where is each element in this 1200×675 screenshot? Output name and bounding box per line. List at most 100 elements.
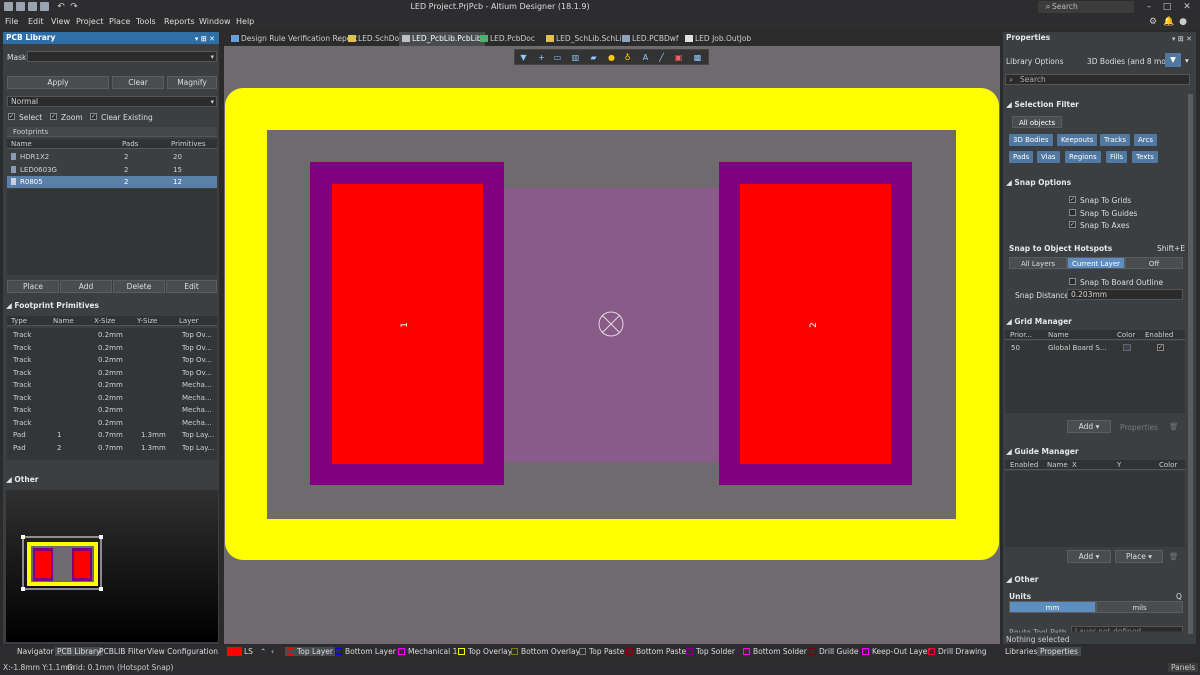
col-x-size[interactable]: X-Size (94, 317, 115, 325)
filter-regions[interactable]: Regions (1065, 151, 1101, 163)
layer-tab-top-layer[interactable]: Top Layer (285, 647, 335, 656)
maximize-button[interactable]: □ (1160, 1, 1174, 13)
filter-icon[interactable]: ▼ (519, 53, 528, 62)
tab-led-pcbdoc[interactable]: LED.PcbDoc (477, 32, 538, 46)
snap-to-axes-checkbox[interactable]: ✓ (1069, 221, 1076, 228)
units-mils-toggle[interactable]: mils (1096, 601, 1183, 613)
zoom-checkbox[interactable]: ✓ (50, 113, 57, 120)
menu-reports[interactable]: Reports (164, 17, 195, 26)
filter-texts[interactable]: Texts (1132, 151, 1158, 163)
col-enabled[interactable]: Enabled (1010, 461, 1038, 469)
col-name[interactable]: Name (53, 317, 74, 325)
properties-search-input[interactable]: Search ⌕ (1005, 74, 1190, 85)
snap-to-grids-checkbox[interactable]: ✓ (1069, 196, 1076, 203)
grid-manager-header[interactable]: ◢ Grid Manager (1006, 317, 1072, 326)
table-row[interactable]: Track 0.2mm Mecha... (7, 417, 217, 429)
user-icon[interactable]: ● (1178, 17, 1188, 27)
filter-pads[interactable]: Pads (1009, 151, 1034, 163)
units-mm-toggle[interactable]: mm (1009, 601, 1096, 613)
pad-icon[interactable]: ● (607, 53, 616, 62)
snap-to-board-outline-checkbox[interactable] (1069, 278, 1076, 285)
col-y[interactable]: Y (1117, 461, 1121, 469)
delete-button[interactable]: Delete (113, 280, 165, 293)
col-enabled[interactable]: Enabled (1145, 331, 1173, 339)
filter-keepouts[interactable]: Keepouts (1057, 134, 1098, 146)
resize-handle[interactable] (99, 587, 103, 591)
footprint-drawing[interactable]: 1 2 (224, 46, 1000, 644)
tab-navigator[interactable]: Navigator (17, 647, 54, 656)
select-rect-icon[interactable]: ▭ (553, 53, 562, 62)
col-primitives[interactable]: Primitives (171, 140, 205, 148)
text-icon[interactable]: A (641, 53, 650, 62)
pcb-canvas[interactable]: 1 2 (224, 46, 1000, 644)
chevron-down-icon[interactable]: ▾ (1185, 56, 1189, 65)
table-row[interactable]: Pad 2 0.7mm 1.3mm Top Lay... (7, 442, 217, 454)
route-tool-path-select[interactable]: Layer not defined (1071, 626, 1183, 632)
menu-project[interactable]: Project (76, 17, 103, 26)
snap-to-guides-checkbox[interactable] (1069, 209, 1076, 216)
col-name[interactable]: Name (1047, 461, 1068, 469)
magnify-button[interactable]: Magnify (167, 76, 217, 89)
keepout-icon[interactable]: ▣ (674, 53, 683, 62)
notifications-icon[interactable]: 🔔 (1163, 17, 1174, 27)
col-name[interactable]: Name (1048, 331, 1069, 339)
table-row[interactable]: LED0603G 2 15 (7, 164, 217, 176)
mode-select[interactable]: Normal ▾ (7, 96, 217, 107)
resize-handle[interactable] (99, 535, 103, 539)
table-row[interactable]: Track 0.2mm Mecha... (7, 392, 217, 404)
menu-help[interactable]: Help (236, 17, 254, 26)
panel-controls-icon[interactable]: ▾ ⊞ ✕ (195, 33, 215, 45)
guide-add-button[interactable]: Add ▾ (1067, 550, 1111, 563)
panel-controls-icon[interactable]: ▾ ⊞ ✕ (1172, 33, 1192, 45)
menu-view[interactable]: View (51, 17, 70, 26)
col-color[interactable]: Color (1159, 461, 1177, 469)
menu-place[interactable]: Place (109, 17, 130, 26)
col-x[interactable]: X (1072, 461, 1077, 469)
add-button[interactable]: Add (60, 280, 112, 293)
col-pads[interactable]: Pads (122, 140, 138, 148)
tab-view-configuration[interactable]: View Configuration (147, 647, 218, 656)
gear-icon[interactable]: ⚙ (1148, 17, 1158, 27)
current-layer-toggle[interactable]: Current Layer (1067, 257, 1125, 269)
move-icon[interactable]: + (537, 53, 546, 62)
clear-existing-checkbox[interactable]: ✓ (90, 113, 97, 120)
menu-tools[interactable]: Tools (136, 17, 156, 26)
clear-button[interactable]: Clear (112, 76, 164, 89)
layer-tab-bottom-solder[interactable]: Bottom Solder (743, 647, 807, 656)
via-icon[interactable]: ♁ (623, 53, 632, 62)
snap-options-header[interactable]: ◢ Snap Options (1006, 178, 1071, 187)
grid-color-swatch[interactable] (1123, 344, 1131, 351)
col-y-size[interactable]: Y-Size (137, 317, 157, 325)
current-layer-swatch[interactable] (227, 647, 242, 656)
tab-pcb-library[interactable]: PCB Library (55, 647, 103, 656)
filter-3d-bodies[interactable]: 3D Bodies (1009, 134, 1053, 146)
table-row[interactable]: Track 0.2mm Top Ov... (7, 354, 217, 366)
filter-arcs[interactable]: Arcs (1134, 134, 1158, 146)
layer-tab-keep-out-layer[interactable]: Keep-Out Layer (862, 647, 930, 656)
tab-led-job-outjob[interactable]: LED Job.OutJob (682, 32, 754, 46)
resize-handle[interactable] (21, 587, 25, 591)
resize-handle[interactable] (21, 535, 25, 539)
chevron-up-icon[interactable]: ⌃ (260, 647, 266, 656)
panels-button[interactable]: Panels (1168, 663, 1199, 672)
off-toggle[interactable]: Off (1125, 257, 1183, 269)
tab-led-pcblib-pcblib[interactable]: LED_PcbLib.PcbLib (399, 32, 485, 46)
filter-fills[interactable]: Fills (1106, 151, 1127, 163)
guide-place-button[interactable]: Place ▾ (1115, 550, 1163, 563)
layer-set-indicator[interactable]: LS (244, 647, 253, 656)
layer-tab-top-overlay[interactable]: Top Overlay (458, 647, 512, 656)
table-row[interactable]: Pad 1 0.7mm 1.3mm Top Lay... (7, 429, 217, 441)
tab-led-schdoc[interactable]: LED.SchDoc (345, 32, 406, 46)
col-layer[interactable]: Layer (179, 317, 199, 325)
table-row[interactable]: Track 0.2mm Top Ov... (7, 367, 217, 379)
chevron-left-icon[interactable]: ‹ (271, 647, 274, 656)
properties-scrollbar[interactable] (1188, 94, 1193, 634)
guide-manager-header[interactable]: ◢ Guide Manager (1006, 447, 1079, 456)
close-button[interactable]: ✕ (1180, 1, 1194, 13)
all-layers-toggle[interactable]: All Layers (1009, 257, 1067, 269)
table-row[interactable]: HDR1X2 2 20 (7, 151, 217, 163)
menu-window[interactable]: Window (199, 17, 231, 26)
all-objects-button[interactable]: All objects (1012, 116, 1063, 128)
filter-vias[interactable]: Vias (1037, 151, 1060, 163)
minimize-button[interactable]: – (1142, 1, 1156, 13)
